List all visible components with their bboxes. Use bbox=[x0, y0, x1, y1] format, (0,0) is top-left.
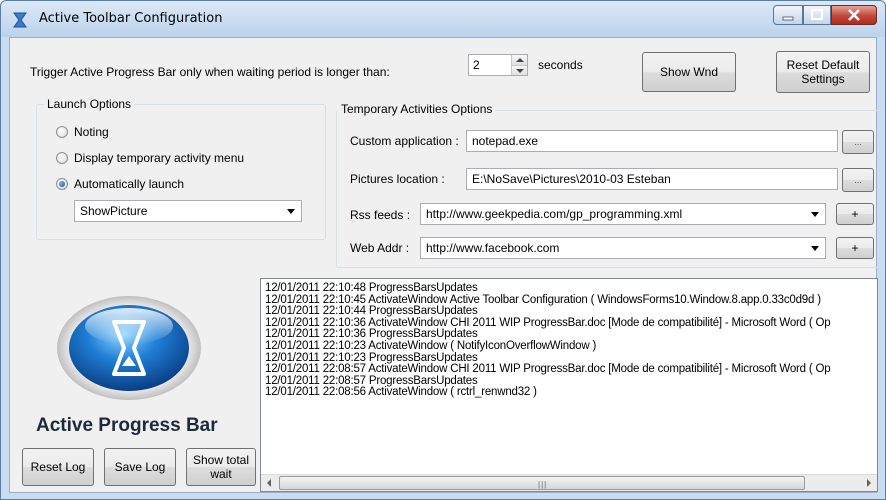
close-icon bbox=[848, 9, 860, 21]
pictures-location-label: Pictures location : bbox=[350, 172, 445, 186]
radio-display-menu[interactable] bbox=[56, 152, 68, 164]
save-log-button[interactable]: Save Log bbox=[104, 448, 176, 486]
scroll-left-icon[interactable] bbox=[267, 479, 271, 487]
seconds-unit-label: seconds bbox=[538, 58, 583, 72]
radio-label-automatically-launch[interactable]: Automatically launch bbox=[74, 177, 184, 191]
scroll-thumb[interactable]: ||| bbox=[279, 476, 805, 490]
launch-options-title: Launch Options bbox=[44, 97, 135, 111]
web-addr-dropdown[interactable]: http://www.facebook.com bbox=[420, 237, 826, 259]
reset-log-button[interactable]: Reset Log bbox=[22, 448, 94, 486]
add-web-button[interactable]: + bbox=[836, 237, 874, 259]
seconds-spinner[interactable]: 2 bbox=[468, 54, 528, 76]
brand-name: Active Progress Bar bbox=[36, 415, 218, 436]
rss-feeds-dropdown[interactable]: http://www.geekpedia.com/gp_programming.… bbox=[420, 203, 826, 225]
radio-label-noting[interactable]: Noting bbox=[74, 125, 109, 139]
log-line[interactable]: 12/01/2011 22:08:57 ActivateWindow CHI 2… bbox=[265, 364, 877, 376]
rss-feeds-value: http://www.geekpedia.com/gp_programming.… bbox=[426, 207, 683, 221]
add-rss-button[interactable]: + bbox=[836, 203, 874, 225]
seconds-value[interactable]: 2 bbox=[473, 58, 480, 72]
minimize-icon bbox=[782, 16, 794, 21]
grip-icon: ||| bbox=[538, 480, 548, 489]
web-addr-label: Web Addr : bbox=[350, 241, 410, 255]
hourglass-icon bbox=[13, 12, 27, 28]
reset-default-label-line2: Settings bbox=[801, 72, 845, 86]
custom-app-label: Custom application : bbox=[350, 134, 459, 148]
maximize-button[interactable] bbox=[803, 5, 831, 25]
chevron-down-icon[interactable] bbox=[287, 209, 295, 214]
browse-app-button[interactable]: ... bbox=[842, 130, 874, 154]
chevron-down-icon[interactable] bbox=[811, 246, 819, 251]
show-total-label-line1: Show total bbox=[192, 453, 250, 467]
title-bar[interactable]: Active Toolbar Configuration bbox=[1, 1, 885, 37]
spinner-up-arrow-icon[interactable] bbox=[511, 55, 527, 65]
horizontal-scrollbar[interactable]: ||| bbox=[261, 474, 877, 491]
show-total-wait-button[interactable]: Show total wait bbox=[186, 448, 256, 486]
launch-dropdown[interactable]: ShowPicture bbox=[74, 200, 302, 222]
close-button[interactable] bbox=[831, 5, 877, 25]
client-area: Trigger Active Progress Bar only when wa… bbox=[9, 37, 884, 493]
app-window: Active Toolbar Configuration Trigger Act… bbox=[0, 0, 886, 500]
activity-log[interactable]: 12/01/2011 22:10:48 ProgressBarsUpdates 1… bbox=[260, 278, 878, 492]
radio-label-display-menu[interactable]: Display temporary activity menu bbox=[74, 151, 244, 165]
spinner-down-arrow-icon[interactable] bbox=[511, 65, 527, 75]
launch-dropdown-value: ShowPicture bbox=[80, 204, 148, 218]
show-total-label-line2: wait bbox=[210, 467, 232, 481]
scroll-right-icon[interactable] bbox=[867, 479, 871, 487]
trigger-label: Trigger Active Progress Bar only when wa… bbox=[30, 65, 390, 79]
log-line[interactable]: 12/01/2011 22:10:48 ProgressBarsUpdates bbox=[265, 282, 877, 295]
custom-app-field[interactable]: notepad.exe bbox=[466, 130, 838, 152]
minimize-button[interactable] bbox=[773, 5, 803, 25]
temp-options-title: Temporary Activities Options bbox=[338, 102, 496, 116]
radio-noting[interactable] bbox=[56, 126, 68, 138]
show-wnd-button[interactable]: Show Wnd bbox=[642, 52, 736, 92]
rss-feeds-label: Rss feeds : bbox=[350, 208, 411, 222]
radio-automatically-launch[interactable] bbox=[56, 178, 68, 190]
log-line[interactable]: 12/01/2011 22:08:56 ActivateWindow ( rct… bbox=[265, 387, 877, 399]
pictures-location-field[interactable]: E:\NoSave\Pictures\2010-03 Esteban bbox=[466, 168, 838, 190]
window-title: Active Toolbar Configuration bbox=[39, 11, 223, 26]
hourglass-logo-icon bbox=[57, 296, 201, 400]
browse-pictures-button[interactable]: ... bbox=[842, 168, 874, 192]
reset-default-settings-button[interactable]: Reset Default Settings bbox=[776, 51, 870, 93]
log-line[interactable]: 12/01/2011 22:10:23 ActivateWindow ( Not… bbox=[265, 340, 877, 353]
maximize-icon bbox=[811, 9, 823, 20]
web-addr-value: http://www.facebook.com bbox=[426, 241, 560, 255]
log-lines: 12/01/2011 22:10:48 ProgressBarsUpdates 1… bbox=[265, 282, 877, 399]
reset-default-label-line1: Reset Default bbox=[786, 58, 860, 72]
chevron-down-icon[interactable] bbox=[811, 212, 819, 217]
